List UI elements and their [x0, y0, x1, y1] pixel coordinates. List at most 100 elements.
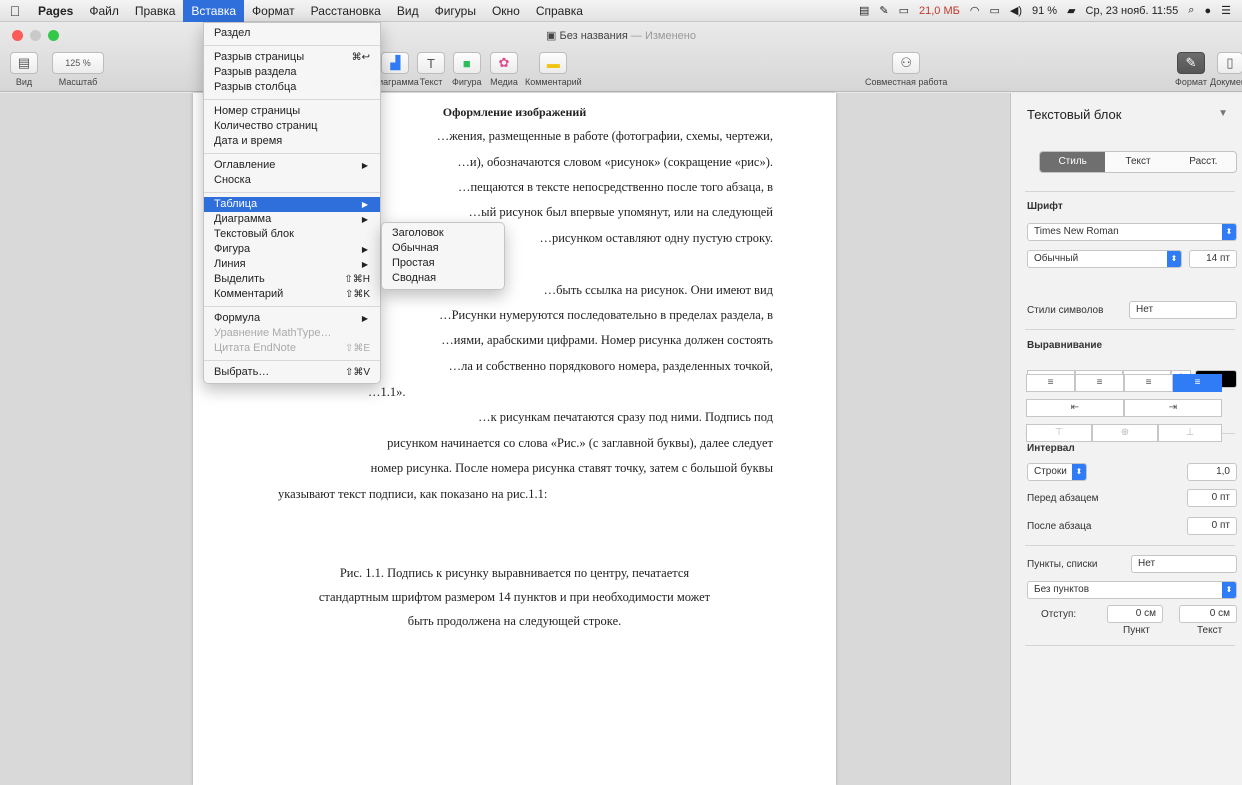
- text-line: рисунком начинается со слова «Рис.» (с з…: [387, 436, 773, 450]
- menu-help[interactable]: Справка: [528, 0, 591, 22]
- align-right-button[interactable]: ≡: [1124, 374, 1173, 392]
- increase-indent-button[interactable]: ⇥: [1124, 399, 1222, 417]
- insert-menu-item[interactable]: Выбрать… ⇧⌘V: [204, 365, 380, 380]
- comment-label: Комментарий: [525, 77, 582, 87]
- menu-format[interactable]: Формат: [244, 0, 303, 22]
- view-button[interactable]: ▤: [10, 52, 38, 74]
- zoom-select[interactable]: 125 %: [52, 52, 104, 74]
- insert-menu-item[interactable]: Раздел: [204, 26, 380, 41]
- display-icon[interactable]: ▭: [894, 4, 914, 17]
- after-field[interactable]: 0 пт: [1187, 517, 1237, 535]
- spacing-value-field[interactable]: 1,0: [1187, 463, 1237, 481]
- char-style-select[interactable]: Нет: [1129, 301, 1237, 319]
- menu-item-label: Разрыв раздела: [214, 66, 297, 78]
- spacing-type-select[interactable]: Строки ⬍: [1027, 463, 1087, 481]
- align-center-button[interactable]: ≡: [1075, 374, 1124, 392]
- insert-menu-item[interactable]: Фигура ▶: [204, 242, 380, 257]
- format-brush-icon[interactable]: ✎: [1176, 52, 1205, 74]
- chart-icon[interactable]: ▟: [381, 52, 410, 74]
- menu-window[interactable]: Окно: [484, 0, 528, 22]
- insert-menu-item[interactable]: Дата и время: [204, 134, 380, 149]
- wifi-icon[interactable]: ◠: [965, 4, 985, 17]
- flag-icon[interactable]: ▰: [1062, 4, 1080, 17]
- alignment-section-title: Выравнивание: [1027, 340, 1103, 351]
- insert-menu-item[interactable]: Текстовый блок: [204, 227, 380, 242]
- insert-menu-item[interactable]: Таблица ▶: [204, 197, 380, 212]
- text-box-icon[interactable]: T: [417, 52, 445, 74]
- bullets-select[interactable]: Нет: [1131, 555, 1237, 573]
- valign-middle-button[interactable]: ⊕: [1092, 424, 1158, 442]
- menu-arrange[interactable]: Расстановка: [303, 0, 389, 22]
- menu-item-label: Уравнение MathType…: [214, 327, 332, 339]
- insert-menu-item[interactable]: Выделить ⇧⌘H: [204, 272, 380, 287]
- memory-readout[interactable]: 21,0 МБ: [914, 5, 965, 17]
- menu-pages[interactable]: Pages: [30, 0, 81, 22]
- insert-menu-item[interactable]: Количество страниц: [204, 119, 380, 134]
- indent-text-field[interactable]: 0 см: [1179, 605, 1237, 623]
- menu-shapes[interactable]: Фигуры: [427, 0, 484, 22]
- document-panel-icon[interactable]: ▯: [1216, 52, 1242, 74]
- font-family-select[interactable]: Times New Roman ⬍: [1027, 223, 1237, 241]
- insert-menu-item[interactable]: Разрыв раздела: [204, 65, 380, 80]
- menu-insert[interactable]: Вставка: [183, 0, 245, 22]
- insert-menu-item[interactable]: Комментарий ⇧⌘K: [204, 287, 380, 302]
- char-style-value: Нет: [1136, 304, 1154, 315]
- insert-menu-item[interactable]: Разрыв столбца: [204, 80, 380, 95]
- doc-icon[interactable]: ▤: [854, 4, 874, 17]
- volume-icon[interactable]: ◀): [1005, 4, 1027, 17]
- bullet-type-select[interactable]: Без пунктов ⬍: [1027, 581, 1237, 599]
- menu-shortcut: ⇧⌘E: [344, 343, 370, 354]
- menu-file[interactable]: Файл: [81, 0, 127, 22]
- valign-top-button[interactable]: ⊤: [1026, 424, 1092, 442]
- menu-divider: [204, 45, 380, 46]
- menu-edit[interactable]: Правка: [127, 0, 184, 22]
- chevron-down-icon[interactable]: ▼: [1218, 108, 1228, 119]
- align-justify-button[interactable]: ≡: [1173, 374, 1222, 392]
- menu-shortcut: ⌘↩: [351, 52, 370, 63]
- apple-menu-icon[interactable]: : [0, 3, 30, 19]
- search-icon[interactable]: ⌕: [1183, 4, 1199, 17]
- table-style-item[interactable]: Обычная: [382, 241, 504, 256]
- insert-menu-item[interactable]: Оглавление ▶: [204, 158, 380, 173]
- document-title[interactable]: Без названия: [560, 30, 628, 42]
- tab-arrange[interactable]: Расст.: [1171, 152, 1236, 172]
- divider: [1025, 645, 1235, 646]
- menu-view[interactable]: Вид: [389, 0, 427, 22]
- collaborate-icon[interactable]: ⚇: [892, 52, 921, 74]
- tab-style[interactable]: Стиль: [1040, 152, 1106, 172]
- table-style-item[interactable]: Простая: [382, 256, 504, 271]
- insert-menu-item[interactable]: Сноска: [204, 173, 380, 188]
- spacing-type-value: Строки: [1034, 466, 1067, 477]
- menu-shortcut: ⇧⌘H: [344, 274, 370, 285]
- text-line: …к рисункам печатаются сразу под ними. П…: [478, 410, 773, 424]
- font-size-field[interactable]: 14 пт: [1189, 250, 1237, 268]
- zoom-label: Масштаб: [58, 77, 98, 87]
- insert-menu-item[interactable]: Разрыв страницы ⌘↩: [204, 50, 380, 65]
- decrease-indent-button[interactable]: ⇤: [1026, 399, 1124, 417]
- table-style-item[interactable]: Сводная: [382, 271, 504, 286]
- menu-divider: [204, 99, 380, 100]
- battery-readout[interactable]: 91 %: [1027, 5, 1062, 17]
- align-left-button[interactable]: ≡: [1026, 374, 1075, 392]
- media-icon[interactable]: ✿: [490, 52, 518, 74]
- tool-icon[interactable]: ✎: [874, 4, 893, 17]
- figure-caption: быть продолжена на следующей строке.: [407, 614, 622, 628]
- before-field[interactable]: 0 пт: [1187, 489, 1237, 507]
- font-style-select[interactable]: Обычный ⬍: [1027, 250, 1182, 268]
- shape-icon[interactable]: ■: [452, 52, 481, 74]
- airplay-icon[interactable]: ▭: [984, 4, 1004, 17]
- user-icon[interactable]: ●: [1199, 5, 1216, 17]
- indent-bullet-field[interactable]: 0 см: [1107, 605, 1163, 623]
- clock[interactable]: Ср, 23 нояб. 11:55: [1081, 5, 1184, 17]
- insert-menu-item[interactable]: Номер страницы: [204, 104, 380, 119]
- insert-menu-item[interactable]: Линия ▶: [204, 257, 380, 272]
- insert-menu-item[interactable]: Формула ▶: [204, 311, 380, 326]
- comment-icon[interactable]: ▬: [539, 52, 568, 74]
- valign-bottom-button[interactable]: ⊥: [1158, 424, 1222, 442]
- tab-text[interactable]: Текст: [1105, 152, 1170, 172]
- table-style-item[interactable]: Заголовок: [382, 226, 504, 241]
- insert-menu-item[interactable]: Диаграмма ▶: [204, 212, 380, 227]
- before-label: Перед абзацем: [1027, 493, 1099, 504]
- figure-caption: Рис. 1.1. Подпись к рисунку выравниваетс…: [339, 566, 690, 580]
- list-icon[interactable]: ☰: [1216, 4, 1236, 17]
